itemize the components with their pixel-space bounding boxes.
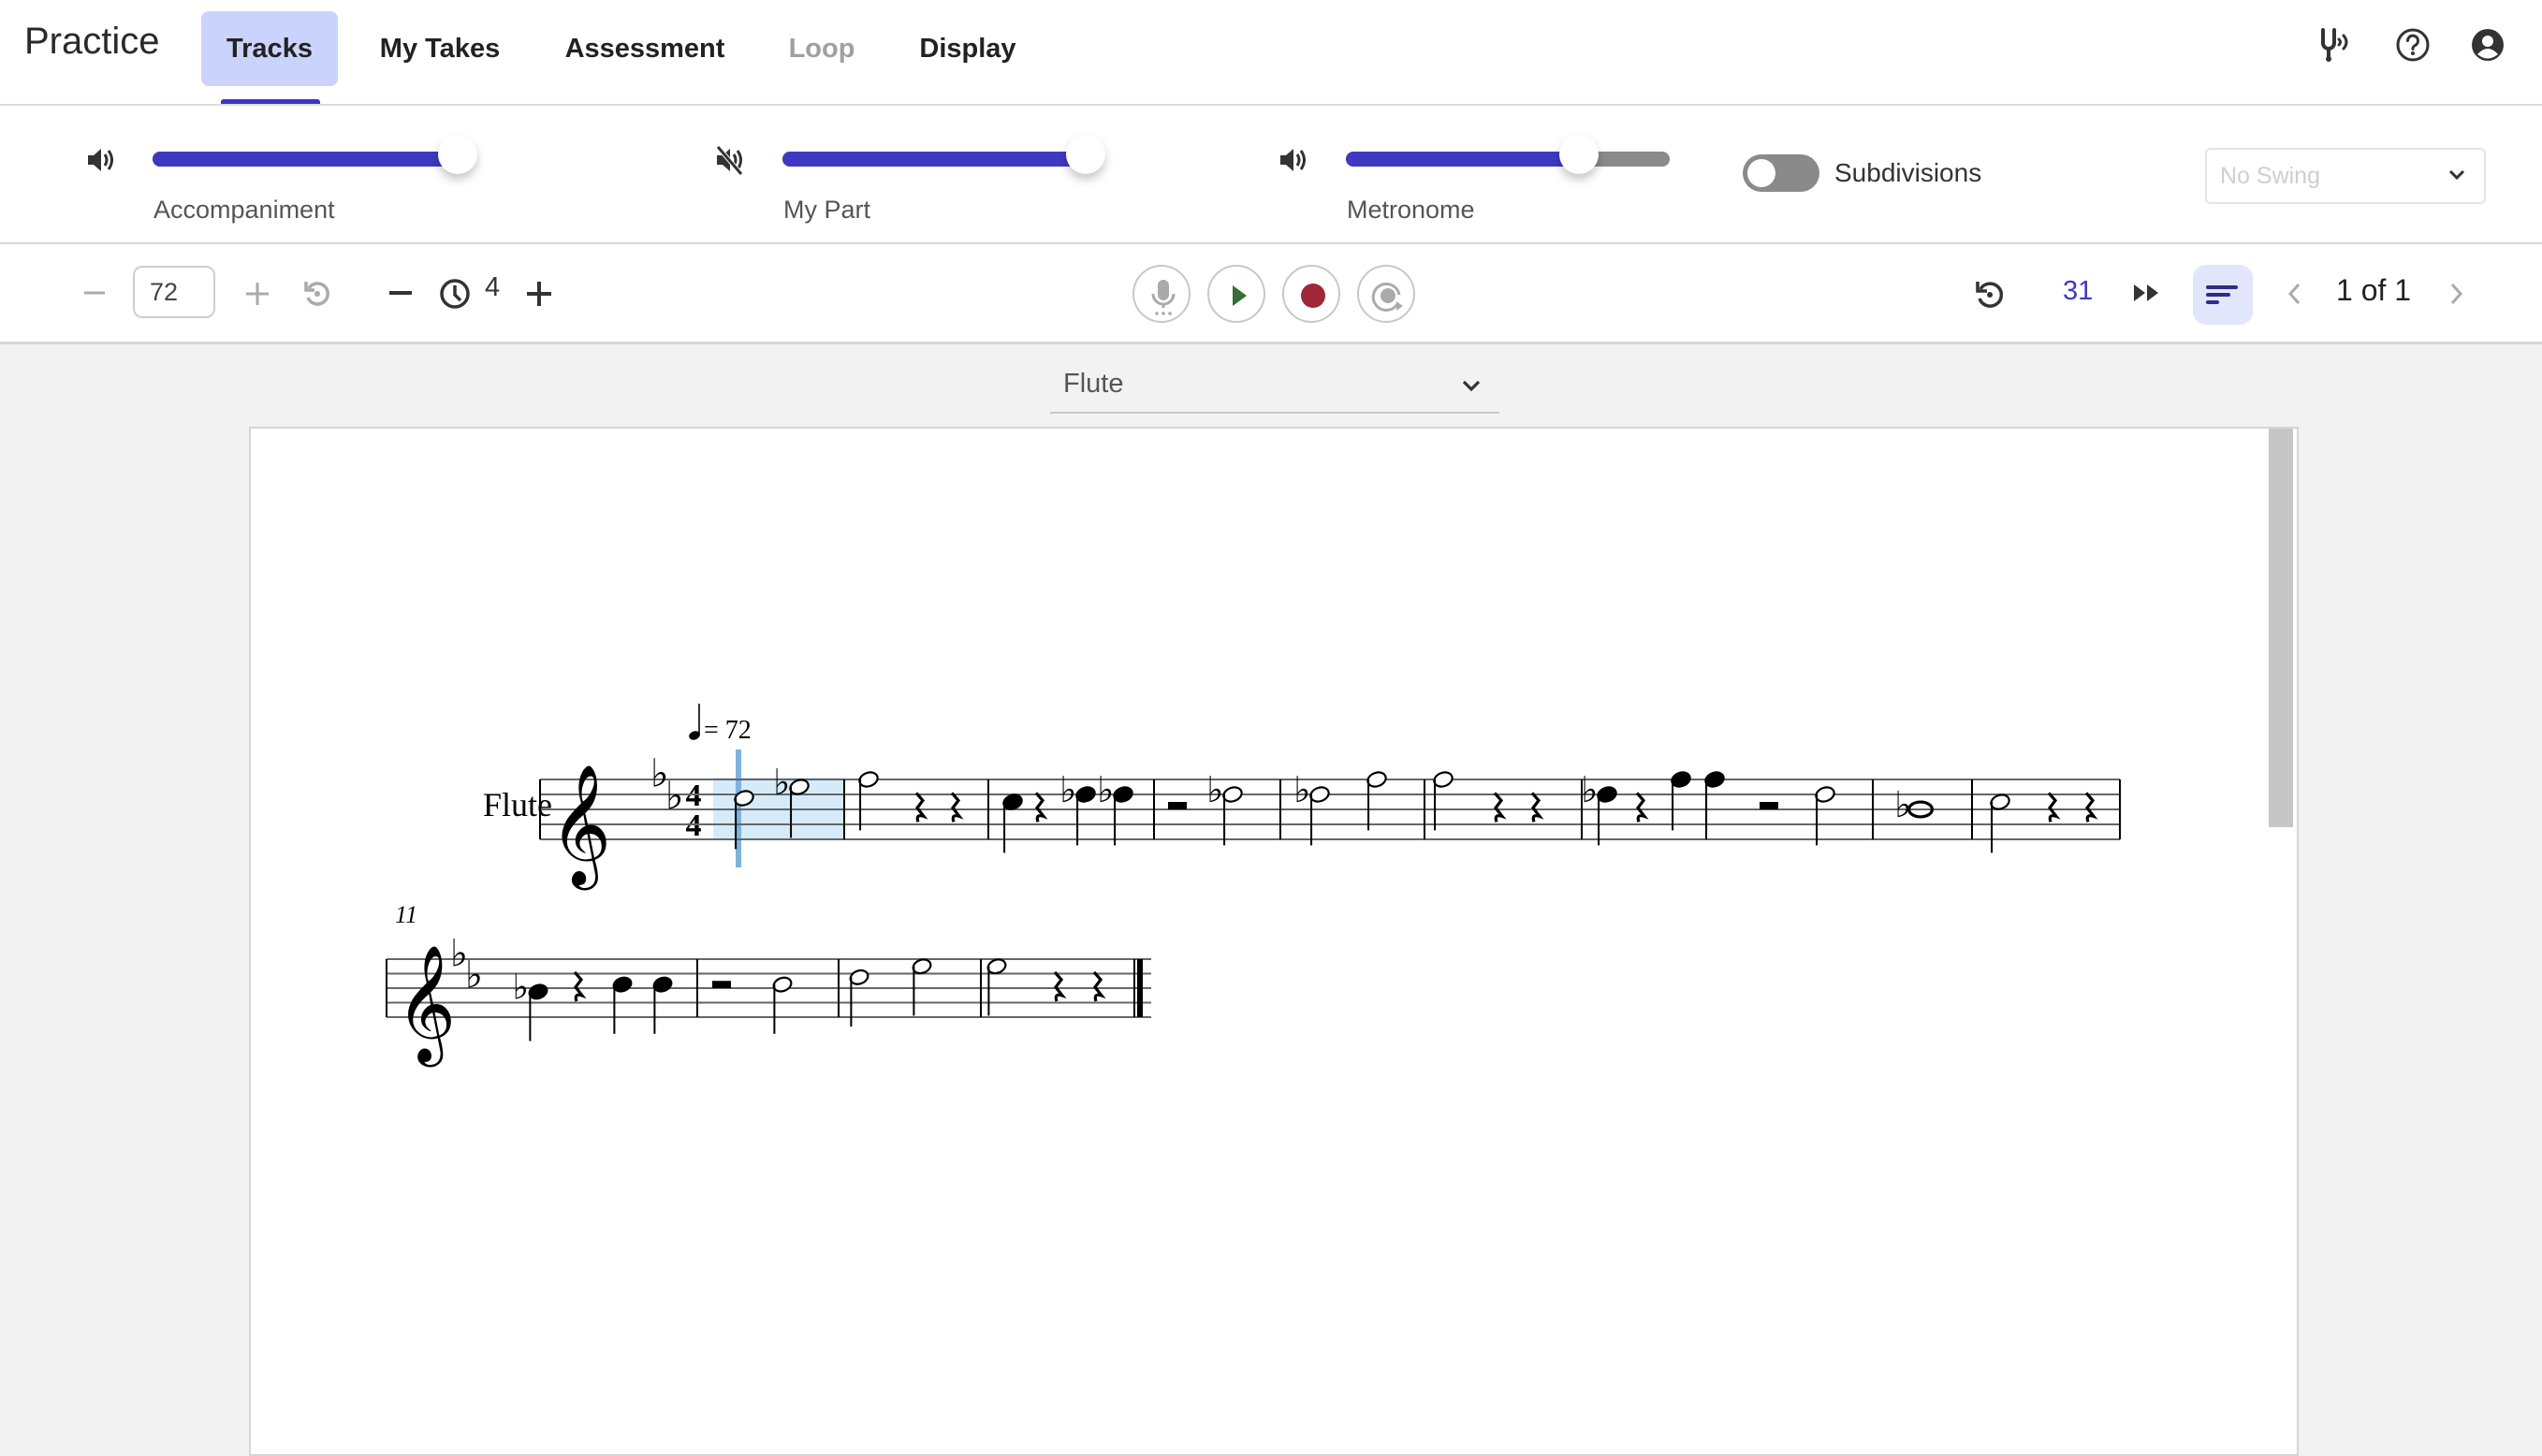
flat-accidental: ♭: [1206, 769, 1223, 811]
time-signature-bottom: 4: [686, 808, 702, 843]
treble-clef: 𝄞: [549, 764, 611, 891]
flat-accidental: ♭: [512, 967, 529, 1008]
instrument-label: Flute: [483, 786, 552, 823]
flat-accidental: ♭: [1097, 769, 1114, 811]
half-rest: [712, 981, 731, 988]
measure-number-label: 11: [395, 901, 417, 928]
treble-clef: 𝄞: [396, 943, 456, 1068]
flat-accidental: ♭: [1894, 784, 1911, 826]
tempo-text: = 72: [704, 716, 752, 745]
sheet-music: = 72 Flute 11 4 4 𝄞♭♭𝄞♭♭♭𝄽𝄽𝄽♭♭♭♭𝄽𝄽♭𝄽♭𝄽𝄽♭…: [386, 704, 2121, 1068]
flat-accidental: ♭: [773, 762, 790, 804]
key-signature-flat: ♭: [665, 773, 684, 819]
flat-accidental: ♭: [1293, 769, 1310, 811]
half-rest: [1760, 802, 1778, 809]
flat-accidental: ♭: [1581, 769, 1598, 811]
key-signature-flat: ♭: [465, 954, 483, 997]
tempo-marking: = 72: [689, 704, 752, 745]
flat-accidental: ♭: [1059, 769, 1076, 811]
half-rest: [1168, 802, 1187, 809]
